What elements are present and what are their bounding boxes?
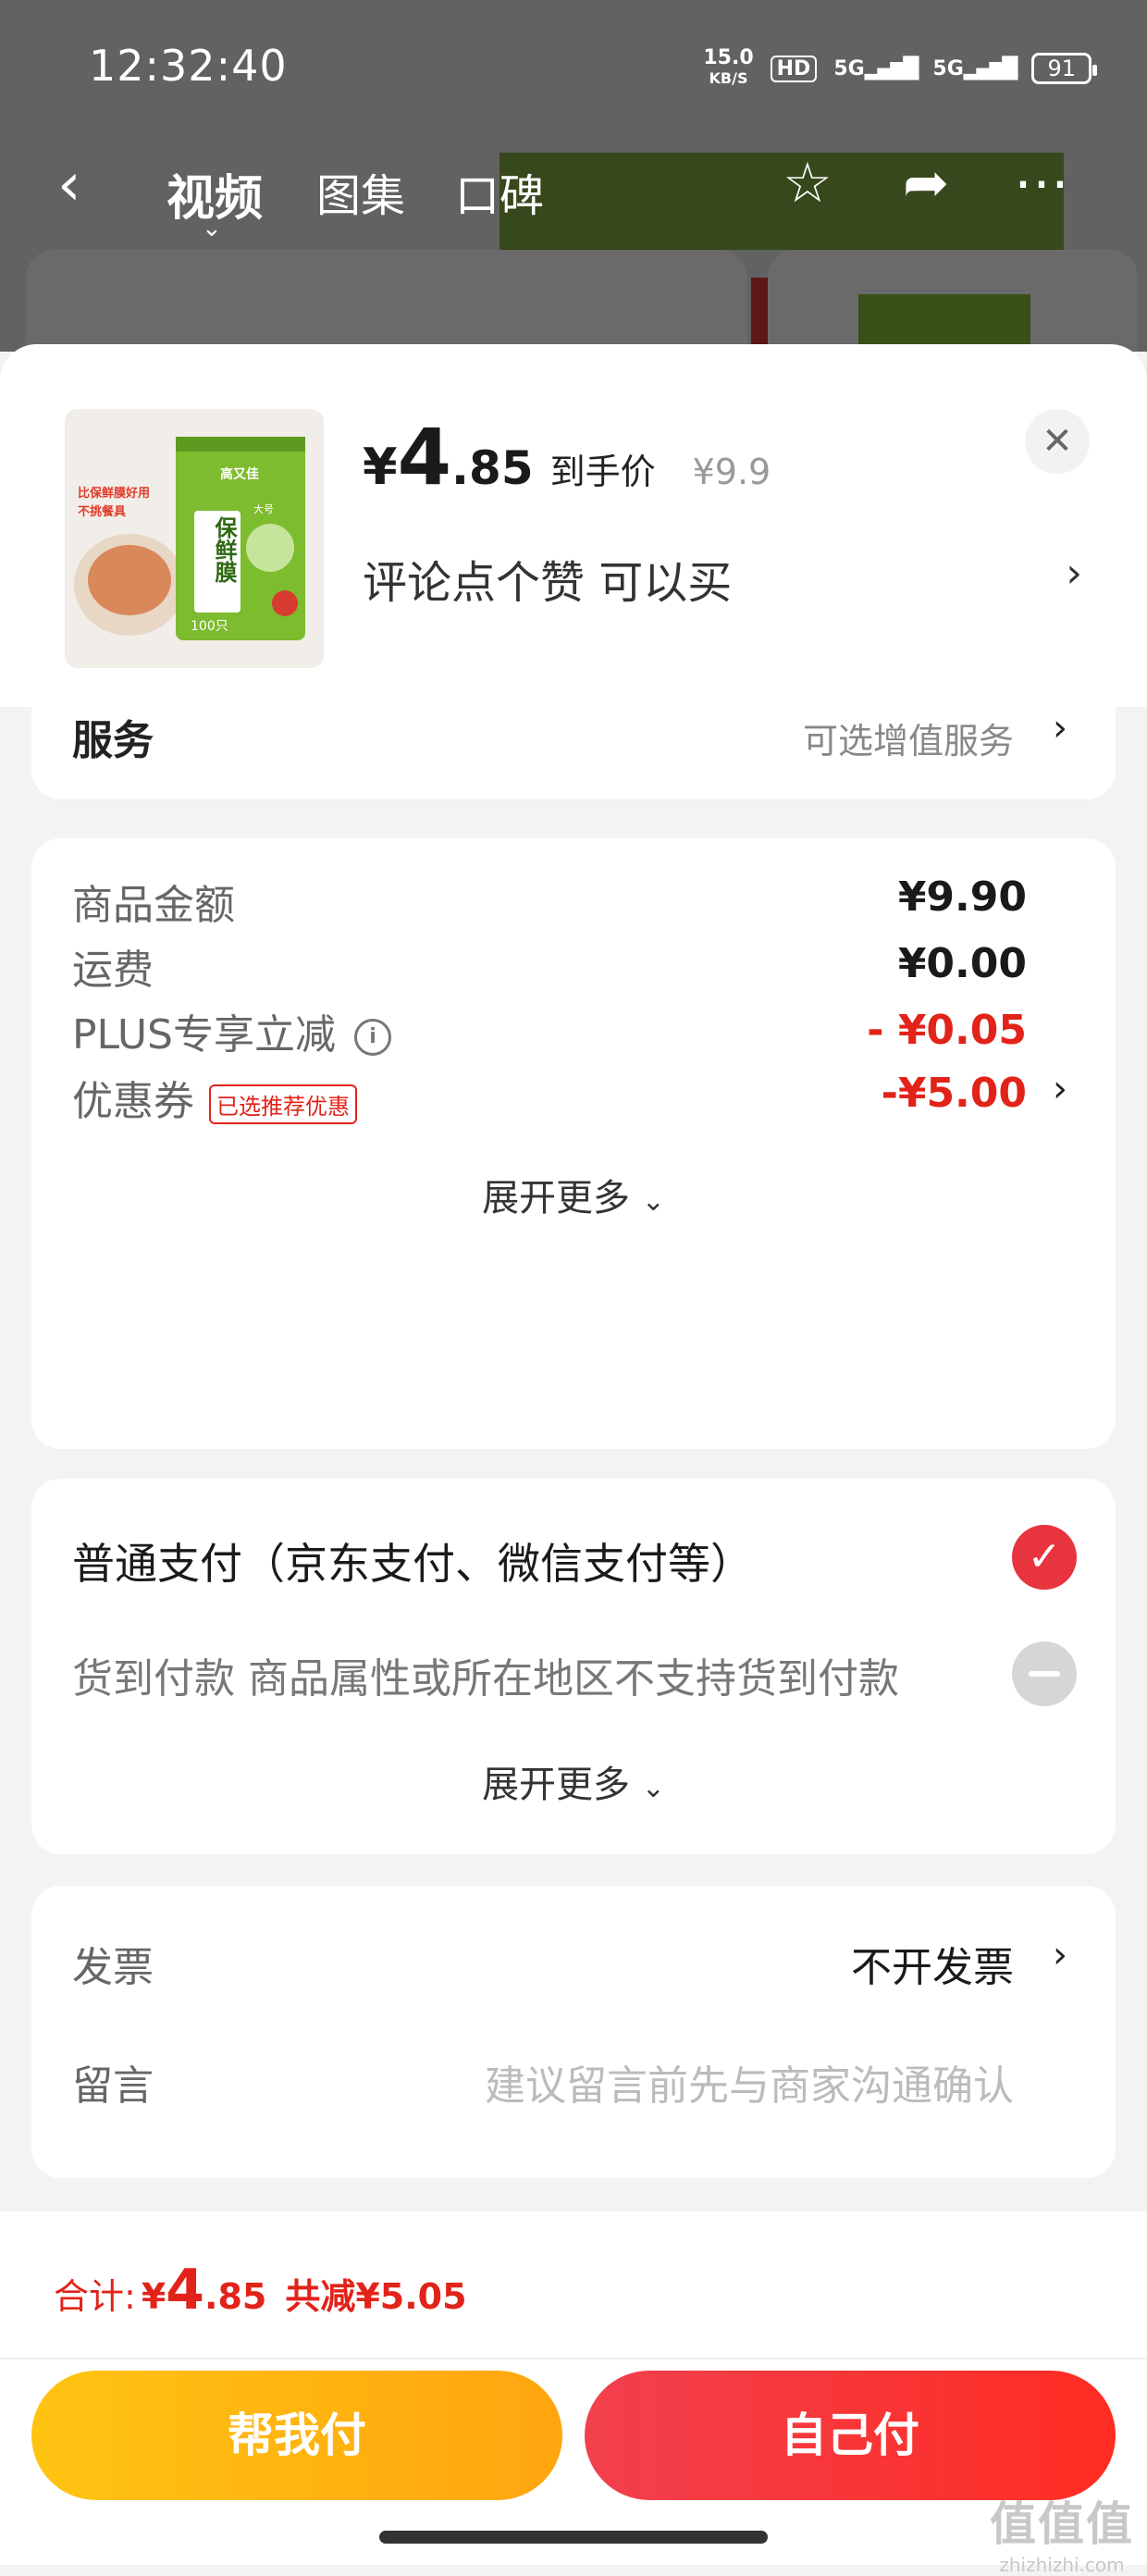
coupon-row[interactable]: 优惠券 已选推荐优惠 [72, 1068, 357, 1127]
battery-icon: 91 [1031, 53, 1097, 84]
invoice-value[interactable]: 不开发票 [851, 1934, 1014, 1993]
chevron-right-icon: › [1053, 707, 1067, 749]
thumb-text: 比保鲜膜好用 [78, 487, 151, 501]
coupon-value[interactable]: -¥5.00 [882, 1070, 1027, 1117]
chevron-right-icon[interactable]: › [1053, 1068, 1067, 1110]
status-icons: 15.0 KB/S HD 5G▂▄▆█ 5G▂▄▆█ 91 [703, 46, 1097, 89]
watermark: 值值值 zhizhizhi.com [990, 2497, 1134, 2576]
thumb-brand: 高又佳 [220, 467, 259, 482]
goods-amount-label: 商品金额 [72, 882, 235, 929]
status-time: 12:32:40 [89, 41, 288, 91]
tab-indicator-icon: ⌄ [202, 215, 222, 242]
price-summary-card: 商品金额 ¥9.90 运费 ¥0.00 PLUS专享立减 i - ¥0.05 优惠… [31, 838, 1116, 1449]
shipping-value: ¥0.00 [897, 940, 1027, 987]
goods-amount-value: ¥9.90 [897, 873, 1027, 921]
tab-gallery[interactable]: 图集 [316, 159, 405, 224]
top-nav: ‹ 视频 ⌄ 图集 口碑 ☆ ➦ ⋯ [0, 139, 1147, 242]
chevron-right-icon[interactable]: › [1066, 550, 1082, 597]
help-pay-button[interactable]: 帮我付 [31, 2371, 562, 2500]
service-label: 服务 [72, 717, 154, 764]
payment-option-normal[interactable]: 普通支付（京东支付、微信支付等） [72, 1530, 753, 1591]
close-button[interactable]: ✕ [1025, 409, 1090, 474]
message-label: 留言 [72, 2062, 154, 2110]
status-bar: 12:32:40 15.0 KB/S HD 5G▂▄▆█ 5G▂▄▆█ 91 [0, 0, 1147, 139]
chevron-down-icon: ⌄ [641, 1772, 665, 1804]
checkout-footer: 合计: ¥ 4 .85 共减¥5.05 帮我付 自己付 值值值 zhizhizh… [0, 2211, 1147, 2576]
original-price: ¥9.9 [692, 452, 771, 492]
home-indicator[interactable] [379, 2531, 768, 2544]
check-icon[interactable]: ✓ [1012, 1525, 1077, 1590]
coupon-label: 优惠券 [72, 1078, 194, 1125]
signal-icon: 5G▂▄▆█ [833, 56, 919, 80]
tab-reviews[interactable]: 口碑 [455, 159, 544, 224]
promo-text[interactable]: 评论点个赞 可以买 [363, 546, 732, 611]
thumb-count: 100只 [191, 619, 228, 634]
payment-card: 普通支付（京东支付、微信支付等） ✓ 货到付款 商品属性或所在地区不支持货到付款… [31, 1479, 1116, 1854]
final-price: ¥ 4 .85 到手价 ¥9.9 [363, 412, 771, 502]
thumb-name: 保鲜膜 [211, 516, 237, 583]
expand-more-button[interactable]: 展开更多 ⌄ [31, 1754, 1116, 1808]
product-thumbnail: 高又佳 保鲜膜 100只 比保鲜膜好用 不挑餐具 大号 [65, 409, 324, 668]
thumb-badge: 大号 [253, 503, 274, 515]
disabled-radio-icon [1012, 1641, 1077, 1706]
payment-option-cod: 货到付款 商品属性或所在地区不支持货到付款 [72, 1655, 899, 1703]
self-pay-button[interactable]: 自己付 [585, 2371, 1116, 2500]
hd-icon: HD [770, 55, 818, 82]
plus-discount-label: PLUS专享立减 [72, 1011, 336, 1059]
message-input[interactable]: 建议留言前先与商家沟通确认 [485, 2052, 1014, 2112]
plus-discount-value: - ¥0.05 [867, 1007, 1027, 1054]
more-icon[interactable]: ⋯ [1014, 155, 1069, 211]
chevron-down-icon: ⌄ [641, 1185, 665, 1218]
expand-more-button[interactable]: 展开更多 ⌄ [31, 1168, 1116, 1221]
service-row[interactable]: 服务 可选增值服务 › [31, 707, 1116, 799]
service-value: 可选增值服务 [802, 721, 1014, 762]
back-icon[interactable]: ‹ [57, 155, 113, 220]
product-header: 高又佳 保鲜膜 100只 比保鲜膜好用 不挑餐具 大号 ¥ 4 .85 到手价 … [0, 344, 1147, 707]
shipping-label: 运费 [72, 947, 154, 994]
chevron-right-icon[interactable]: › [1053, 1934, 1067, 1976]
thumb-text: 不挑餐具 [78, 505, 127, 519]
info-icon[interactable]: i [354, 1019, 391, 1056]
signal-icon: 5G▂▄▆█ [932, 56, 1018, 80]
divider [0, 2358, 1147, 2359]
network-speed: 15.0 KB/S [703, 46, 754, 88]
total-saved: 共减¥5.05 [285, 2276, 467, 2317]
plus-discount-row: PLUS专享立减 i [72, 1001, 391, 1060]
invoice-label: 发票 [72, 1944, 154, 1991]
share-icon[interactable]: ➦ [903, 155, 949, 211]
invoice-card: 发票 不开发票 › 留言 建议留言前先与商家沟通确认 [31, 1886, 1116, 2178]
coupon-tag: 已选推荐优惠 [209, 1084, 357, 1124]
price-label: 到手价 [549, 452, 656, 492]
order-total: 合计: ¥ 4 .85 共减¥5.05 [54, 2258, 467, 2322]
star-icon[interactable]: ☆ [783, 155, 832, 211]
